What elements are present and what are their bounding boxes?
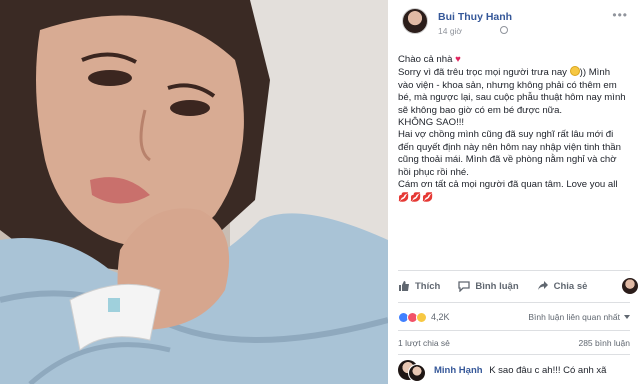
share-count[interactable]: 1 lượt chia sẻ	[398, 338, 450, 350]
stats-row: 1 lượt chia sẻ 285 bình luận	[398, 338, 630, 350]
divider-comments	[398, 354, 630, 355]
comment-label: Bình luận	[475, 280, 519, 292]
comment-icon	[458, 281, 470, 292]
chevron-down-icon	[624, 315, 630, 319]
comment-order-label: Bình luận liên quan nhất	[528, 312, 620, 322]
commenter-name[interactable]: Minh Hạnh	[434, 365, 483, 376]
reaction-count: 4,2K	[431, 312, 450, 322]
comment-text: K sao đâu c ah!!! Có anh xã	[489, 365, 607, 376]
photo-illustration	[0, 0, 388, 384]
comment-item: Minh Hạnh K sao đâu c ah!!! Có anh xã	[398, 360, 636, 384]
divider-bottom	[398, 330, 630, 331]
post-header: Bui Thuy Hanh 14 giờ •••	[402, 8, 628, 42]
lips-emoji-icon: 💋💋💋	[398, 192, 435, 203]
body-line-2: KHÔNG SAO!!!	[398, 117, 465, 129]
post-body: Chào cả nhà ♥ Sorry vì đã trêu trọc mọi …	[398, 54, 626, 204]
globe-icon	[500, 26, 508, 34]
greeting-text: Chào cả nhà	[398, 54, 453, 65]
comment-button[interactable]: Bình luận	[458, 280, 519, 292]
divider-top	[398, 270, 630, 271]
author-avatar[interactable]	[402, 8, 428, 34]
heart-icon: ♥	[455, 54, 461, 65]
share-button[interactable]: Chia sẻ	[537, 280, 588, 292]
author-name[interactable]: Bui Thuy Hanh	[438, 11, 512, 23]
smile-emoji-icon	[569, 66, 580, 77]
comment-text-row: Minh Hạnh K sao đâu c ah!!! Có anh xã	[434, 365, 606, 376]
thumbs-up-icon	[399, 281, 409, 291]
post-time[interactable]: 14 giờ	[438, 26, 462, 36]
action-bar: Thích Bình luận Chia sẻ	[398, 276, 630, 296]
like-label: Thích	[415, 280, 441, 292]
share-icon	[537, 281, 548, 290]
body-line-3: Hai vợ chồng mình cũng đã suy nghĩ rất l…	[398, 129, 621, 178]
page-select-avatar[interactable]	[622, 278, 638, 294]
comment-order-dropdown[interactable]: Bình luận liên quan nhất	[528, 312, 630, 322]
like-button[interactable]: Thích	[398, 280, 440, 292]
more-options-icon[interactable]: •••	[612, 8, 628, 22]
share-label: Chia sẻ	[553, 280, 588, 292]
post-photo[interactable]	[0, 0, 388, 384]
body-line-4: Cám ơn tất cả mọi người đã quan tâm. Lov…	[398, 179, 618, 191]
photo-viewer: Bui Thuy Hanh 14 giờ ••• Chào cả nhà ♥ S…	[0, 0, 640, 384]
sad-reaction-icon	[416, 311, 427, 323]
comment-count[interactable]: 285 bình luận	[578, 338, 630, 350]
reactions-row[interactable]: 4,2K Bình luận liên quan nhất	[398, 310, 630, 324]
divider-mid	[398, 302, 630, 303]
post-panel: Bui Thuy Hanh 14 giờ ••• Chào cả nhà ♥ S…	[388, 0, 640, 384]
commenter-avatar-secondary	[408, 364, 426, 382]
body-line-1a: Sorry vì đã trêu trọc mọi người trưa nay	[398, 67, 567, 79]
